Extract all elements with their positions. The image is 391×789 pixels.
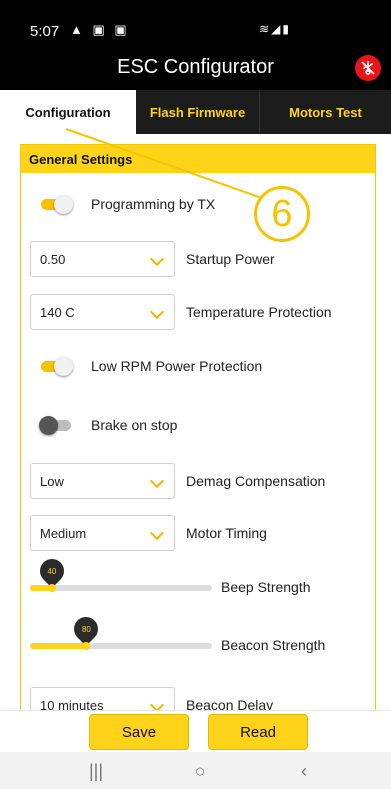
action-bar: Save Read (0, 710, 391, 752)
back-icon[interactable]: ‹ (289, 761, 319, 781)
recents-icon[interactable]: ||| (81, 761, 111, 781)
system-nav-bar: ||| ○ ‹ (0, 752, 391, 789)
home-icon[interactable]: ○ (185, 761, 215, 781)
callout-number: 6 (254, 186, 310, 242)
save-button[interactable]: Save (89, 714, 189, 750)
read-button[interactable]: Read (208, 714, 308, 750)
callout-line (65, 128, 263, 199)
